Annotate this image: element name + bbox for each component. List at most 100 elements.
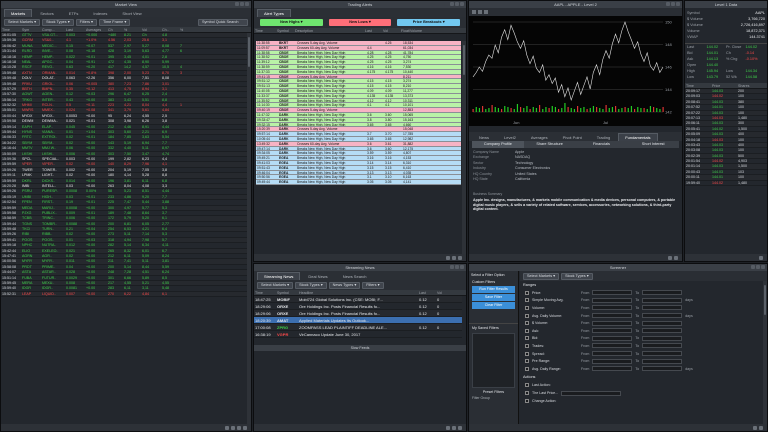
from-input[interactable] xyxy=(592,351,633,357)
new-highs-button[interactable]: New Highs ▾ xyxy=(260,19,323,26)
indicator-icon[interactable] xyxy=(484,10,488,14)
column-header[interactable]: % xyxy=(179,27,191,32)
from-input[interactable] xyxy=(592,290,633,296)
range-checkbox[interactable] xyxy=(525,351,529,356)
save-filter-button[interactable]: Save Filter xyxy=(472,294,515,301)
column-header[interactable]: Float/Volume xyxy=(400,28,440,33)
level1-titlebar[interactable]: Level 1 Data xyxy=(685,1,767,8)
tab-alert-types[interactable]: Alert Types xyxy=(257,8,291,17)
close-icon[interactable] xyxy=(676,2,680,6)
range-checkbox[interactable] xyxy=(525,359,529,364)
range-checkbox[interactable] xyxy=(525,305,529,310)
stock-types-dropdown[interactable]: Stock Types ▾ xyxy=(561,272,593,280)
tab-indexes[interactable]: Indexes xyxy=(86,9,114,17)
tab-pivot-point[interactable]: Pivot Point xyxy=(556,133,589,141)
from-input[interactable] xyxy=(592,320,633,326)
tab-streaming-news[interactable]: Streaming News xyxy=(257,271,301,280)
news-row[interactable]: 18:29:06 ORXE Ore Holdings Inc. Posts Fina… xyxy=(254,303,462,310)
tab-short-view[interactable]: Short View xyxy=(115,9,148,17)
select-markets-dropdown[interactable]: Select Markets ▾ xyxy=(4,18,41,26)
tab-markets[interactable]: Markets xyxy=(4,8,33,17)
zoom-icon[interactable] xyxy=(472,10,476,14)
to-input[interactable] xyxy=(642,313,683,319)
range-checkbox[interactable] xyxy=(525,313,529,318)
news-row[interactable]: 18:29:06 ORXE Ore Holdings Inc. Posts Fina… xyxy=(254,310,462,317)
news-row[interactable]: 18:47:25 MOBIF Mobi724 Global Solutions In… xyxy=(254,296,462,303)
column-header[interactable]: Time xyxy=(1,27,21,32)
to-input[interactable] xyxy=(642,358,683,364)
from-input[interactable] xyxy=(592,358,633,364)
run-filter-button[interactable]: Run Filter Results xyxy=(472,286,515,293)
maximize-icon[interactable] xyxy=(455,265,459,269)
tab-sectors[interactable]: Sectors xyxy=(33,9,61,17)
screener-scrollbar[interactable] xyxy=(763,281,767,424)
to-input[interactable] xyxy=(642,335,683,341)
range-checkbox[interactable] xyxy=(525,336,529,341)
column-header[interactable]: Shares xyxy=(737,83,763,88)
maximize-icon[interactable] xyxy=(671,2,675,6)
subtab-financials[interactable]: Financials xyxy=(576,141,628,148)
market-view-titlebar[interactable]: Market View xyxy=(1,1,251,8)
action-checkbox[interactable] xyxy=(525,391,529,395)
subtab-share-structure[interactable]: Share Structure xyxy=(524,141,576,148)
minimize-icon[interactable] xyxy=(751,265,755,269)
maximize-icon[interactable] xyxy=(756,265,760,269)
refresh-icon[interactable] xyxy=(458,425,462,430)
tab-level2[interactable]: Level2 xyxy=(497,133,523,141)
tab-news[interactable]: News xyxy=(472,133,496,141)
column-header[interactable]: Comp... xyxy=(41,27,65,32)
close-icon[interactable] xyxy=(245,2,249,6)
close-icon[interactable] xyxy=(460,265,464,269)
trading-alerts-titlebar[interactable]: Trading Alerts xyxy=(254,1,466,8)
action-checkbox[interactable] xyxy=(525,399,529,403)
to-input[interactable] xyxy=(642,328,683,334)
column-header[interactable]: Description xyxy=(294,28,364,33)
to-input[interactable] xyxy=(642,290,683,296)
column-header[interactable]: Ch.. xyxy=(161,27,179,32)
tab-news-search[interactable]: News Search xyxy=(336,272,374,280)
settings-icon[interactable] xyxy=(446,425,450,430)
market-scrollbar[interactable] xyxy=(247,33,251,424)
select-markets-dropdown[interactable]: Select Markets ▾ xyxy=(257,281,294,289)
settings-icon[interactable] xyxy=(753,425,757,430)
minimize-icon[interactable] xyxy=(450,265,454,269)
news-types-dropdown[interactable]: News Types ▾ xyxy=(328,281,361,289)
column-header[interactable]: Last xyxy=(364,28,382,33)
tab-fundamentals[interactable]: Fundamentals xyxy=(618,132,658,141)
screener-titlebar[interactable]: Screener xyxy=(469,264,767,271)
chart-titlebar[interactable]: AAPL - APPLE - Level 2 xyxy=(469,1,682,8)
column-header[interactable]: Vol xyxy=(382,28,400,33)
filters-dropdown[interactable]: Filters ▾ xyxy=(75,18,97,26)
maximize-icon[interactable] xyxy=(455,2,459,6)
range-checkbox[interactable] xyxy=(525,343,529,348)
column-header[interactable]: Time xyxy=(685,83,711,88)
print-icon[interactable] xyxy=(243,425,247,430)
alert-row[interactable]: 09:49:44 EGEA Breaks New High, New Day Hig… xyxy=(256,180,461,185)
column-header[interactable]: Vol xyxy=(141,27,161,32)
range-checkbox[interactable] xyxy=(525,321,529,326)
close-icon[interactable] xyxy=(761,265,765,269)
maximize-icon[interactable] xyxy=(240,2,244,6)
column-header[interactable]: Ch xyxy=(107,27,123,32)
minimize-icon[interactable] xyxy=(666,2,670,6)
action-select[interactable] xyxy=(561,390,622,396)
settings-icon[interactable] xyxy=(225,425,229,430)
time-frame-dropdown[interactable]: Time Frame ▾ xyxy=(98,18,131,26)
range-checkbox[interactable] xyxy=(525,290,529,295)
tab-deal-news[interactable]: Deal News xyxy=(301,272,334,280)
from-input[interactable] xyxy=(592,313,633,319)
export-icon[interactable] xyxy=(458,255,462,260)
to-input[interactable] xyxy=(642,366,683,372)
settings-icon[interactable] xyxy=(446,255,450,260)
column-header[interactable]: Sym xyxy=(21,27,41,32)
tab-trading[interactable]: Trading xyxy=(590,133,617,141)
subtab-company-profile[interactable]: Company Profile xyxy=(472,141,524,148)
to-input[interactable] xyxy=(642,320,683,326)
table-row[interactable]: 15:52:31 LEAP LIQUID.. 0.007 +0.00 270 6,22 4,8… xyxy=(1,291,247,298)
settings-icon[interactable] xyxy=(668,255,672,260)
from-input[interactable] xyxy=(592,328,633,334)
subtab-short-interest[interactable]: Short Interest xyxy=(627,141,679,148)
my-saved-filters-header[interactable]: My Saved Filters xyxy=(469,323,518,332)
price-breakouts-button[interactable]: Price Breakouts ▾ xyxy=(397,19,461,26)
export-icon[interactable] xyxy=(237,425,241,430)
